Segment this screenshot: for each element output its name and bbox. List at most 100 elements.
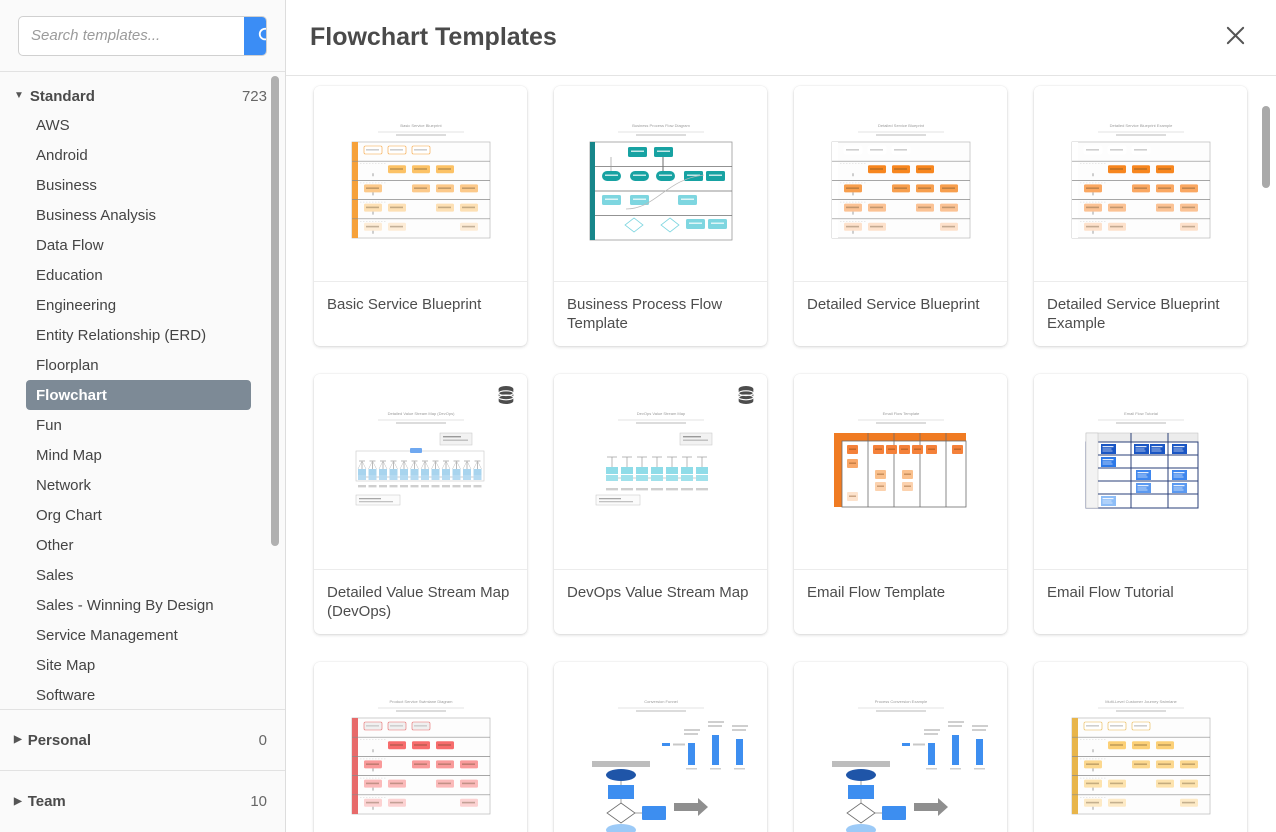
template-thumbnail: Process Conversion Example bbox=[794, 662, 1007, 832]
main-panel: Flowchart Templates Basic Service Bluepr… bbox=[286, 0, 1276, 832]
sidebar-group-count: 0 bbox=[258, 731, 267, 749]
page-title: Flowchart Templates bbox=[310, 23, 557, 51]
sidebar-scrollbar-track[interactable] bbox=[271, 72, 279, 709]
search-button[interactable] bbox=[244, 16, 266, 55]
template-card[interactable]: Product Service Swimlane Diagram bbox=[314, 662, 527, 832]
template-title: Business Process Flow Template bbox=[567, 296, 723, 333]
template-thumbnail: Email Flow Template bbox=[794, 374, 1007, 570]
search-field-wrapper bbox=[18, 15, 267, 56]
sidebar-group-label: Standard bbox=[29, 87, 95, 105]
sidebar-group-label: Team bbox=[27, 793, 66, 810]
svg-text:Email Flow Tutorial: Email Flow Tutorial bbox=[1124, 411, 1158, 416]
sidebar-item-label: Floorplan bbox=[36, 356, 99, 374]
sidebar-item-label: Education bbox=[36, 266, 103, 284]
sidebar-item-label: Data Flow bbox=[36, 236, 104, 254]
template-grid: Basic Service Blueprint Basic Service Bl… bbox=[314, 86, 1250, 832]
sidebar-item-business[interactable]: Business bbox=[26, 170, 251, 200]
template-thumbnail: Conversion Funnel bbox=[554, 662, 767, 832]
svg-text:DevOps Value Stream Map: DevOps Value Stream Map bbox=[636, 411, 685, 416]
template-card[interactable]: Conversion Funnel bbox=[554, 662, 767, 832]
sidebar-item-engineering[interactable]: Engineering bbox=[26, 290, 251, 320]
template-card[interactable]: Detailed Value Stream Map (DevOps) Detai… bbox=[314, 374, 527, 634]
sidebar-item-education[interactable]: Education bbox=[26, 260, 251, 290]
template-thumbnail: Email Flow Tutorial bbox=[1034, 374, 1247, 570]
sidebar-item-android[interactable]: Android bbox=[26, 140, 251, 170]
svg-text:Business Process Flow Diagram: Business Process Flow Diagram bbox=[632, 123, 690, 128]
sidebar-item-mind-map[interactable]: Mind Map bbox=[26, 440, 251, 470]
database-icon bbox=[735, 384, 757, 406]
svg-text:Product Service Swimlane Diagr: Product Service Swimlane Diagram bbox=[389, 699, 453, 704]
template-title: Email Flow Tutorial bbox=[1047, 584, 1174, 601]
category-list: AWS Android Business Business Analysis Data … bbox=[0, 110, 285, 709]
template-card[interactable]: Email Flow Tutorial Email Flow Tutorial bbox=[1034, 374, 1247, 634]
sidebar-group-count: 10 bbox=[250, 793, 267, 810]
sidebar-item-label: Service Management bbox=[36, 626, 178, 644]
template-card[interactable]: Multi-Level Customer Journey Swimlane bbox=[1034, 662, 1247, 832]
sidebar-item-label: Entity Relationship (ERD) bbox=[36, 326, 207, 344]
template-card[interactable]: DevOps Value Stream Map DevOps Value Str… bbox=[554, 374, 767, 634]
sidebar-item-label: Software bbox=[36, 686, 96, 704]
sidebar-item-label: Fun bbox=[36, 416, 62, 434]
sidebar-item-sales[interactable]: Sales bbox=[26, 560, 251, 590]
main-scrollbar-track[interactable] bbox=[1262, 76, 1270, 832]
sidebar-item-label: Other bbox=[36, 536, 74, 554]
template-card[interactable]: Business Process Flow Diagram Business P… bbox=[554, 86, 767, 346]
template-card[interactable]: Basic Service Blueprint Basic Service Bl… bbox=[314, 86, 527, 346]
dialog-header: Flowchart Templates bbox=[286, 0, 1276, 76]
category-scroll-area[interactable]: ▼ Standard 723 AWS Android Business Busines… bbox=[0, 72, 285, 710]
sidebar-item-label: Flowchart bbox=[36, 386, 107, 404]
svg-text:Conversion Funnel: Conversion Funnel bbox=[644, 699, 678, 704]
sidebar-item-sales-winning-by-design[interactable]: Sales - Winning By Design bbox=[26, 590, 251, 620]
template-card[interactable]: Process Conversion Example bbox=[794, 662, 1007, 832]
template-card[interactable]: Detailed Service Blueprint Detailed Serv… bbox=[794, 86, 1007, 346]
sidebar-item-label: AWS bbox=[36, 116, 70, 134]
sidebar-scrollbar-thumb[interactable] bbox=[271, 76, 279, 546]
sidebar-item-network[interactable]: Network bbox=[26, 470, 251, 500]
sidebar-group-label: Personal bbox=[27, 731, 92, 749]
close-button[interactable] bbox=[1218, 21, 1252, 55]
template-grid-scroll-area[interactable]: Basic Service Blueprint Basic Service Bl… bbox=[286, 76, 1276, 832]
sidebar-group-standard[interactable]: ▼ Standard 723 bbox=[0, 82, 285, 110]
template-picker-dialog: ▼ Standard 723 AWS Android Business Busines… bbox=[0, 0, 1276, 832]
template-thumbnail: Basic Service Blueprint bbox=[314, 86, 527, 282]
main-scrollbar-thumb[interactable] bbox=[1262, 106, 1270, 188]
sidebar-group-personal[interactable]: ▶ Personal 0 bbox=[0, 710, 285, 771]
sidebar-item-service-management[interactable]: Service Management bbox=[26, 620, 251, 650]
sidebar-item-label: Business bbox=[36, 176, 97, 194]
sidebar-item-label: Sales bbox=[36, 566, 74, 584]
sidebar-item-other[interactable]: Other bbox=[26, 530, 251, 560]
sidebar-item-flowchart[interactable]: Flowchart bbox=[26, 380, 251, 410]
search-bar bbox=[0, 0, 285, 72]
template-title: Detailed Value Stream Map (DevOps) bbox=[327, 584, 510, 621]
template-title: Basic Service Blueprint bbox=[327, 296, 482, 313]
sidebar-item-floorplan[interactable]: Floorplan bbox=[26, 350, 251, 380]
template-title: DevOps Value Stream Map bbox=[567, 584, 749, 601]
sidebar-item-fun[interactable]: Fun bbox=[26, 410, 251, 440]
sidebar-item-label: Engineering bbox=[36, 296, 117, 314]
sidebar-item-business-analysis[interactable]: Business Analysis bbox=[26, 200, 251, 230]
sidebar-item-label: Business Analysis bbox=[36, 206, 157, 224]
sidebar-item-data-flow[interactable]: Data Flow bbox=[26, 230, 251, 260]
sidebar-group-team[interactable]: ▶ Team 10 bbox=[0, 771, 285, 832]
svg-text:Multi-Level Customer Journey S: Multi-Level Customer Journey Swimlane bbox=[1105, 699, 1177, 704]
search-input[interactable] bbox=[19, 16, 244, 55]
svg-text:Email Flow Template: Email Flow Template bbox=[882, 411, 920, 416]
database-icon bbox=[495, 384, 517, 406]
template-thumbnail: Detailed Service Blueprint bbox=[794, 86, 1007, 282]
template-card[interactable]: Email Flow Template Email Flow Template bbox=[794, 374, 1007, 634]
sidebar-item-entity-relationship-erd[interactable]: Entity Relationship (ERD) bbox=[26, 320, 251, 350]
template-card[interactable]: Detailed Service Blueprint Example Detai… bbox=[1034, 86, 1247, 346]
chevron-right-icon: ▶ bbox=[14, 734, 22, 745]
svg-text:Detailed Service Blueprint Exa: Detailed Service Blueprint Example bbox=[1109, 123, 1172, 128]
sidebar-item-site-map[interactable]: Site Map bbox=[26, 650, 251, 680]
template-title: Email Flow Template bbox=[807, 584, 946, 601]
sidebar-item-label: Site Map bbox=[36, 656, 96, 674]
sidebar-item-software[interactable]: Software bbox=[26, 680, 251, 709]
search-icon bbox=[257, 26, 266, 45]
sidebar-group-count: 723 bbox=[241, 87, 267, 105]
sidebar-item-org-chart[interactable]: Org Chart bbox=[26, 500, 251, 530]
sidebar-item-label: Sales - Winning By Design bbox=[36, 596, 214, 614]
template-thumbnail: Detailed Value Stream Map (DevOps) bbox=[314, 374, 527, 570]
svg-text:Basic Service Blueprint: Basic Service Blueprint bbox=[400, 123, 442, 128]
sidebar-item-aws[interactable]: AWS bbox=[26, 110, 251, 140]
